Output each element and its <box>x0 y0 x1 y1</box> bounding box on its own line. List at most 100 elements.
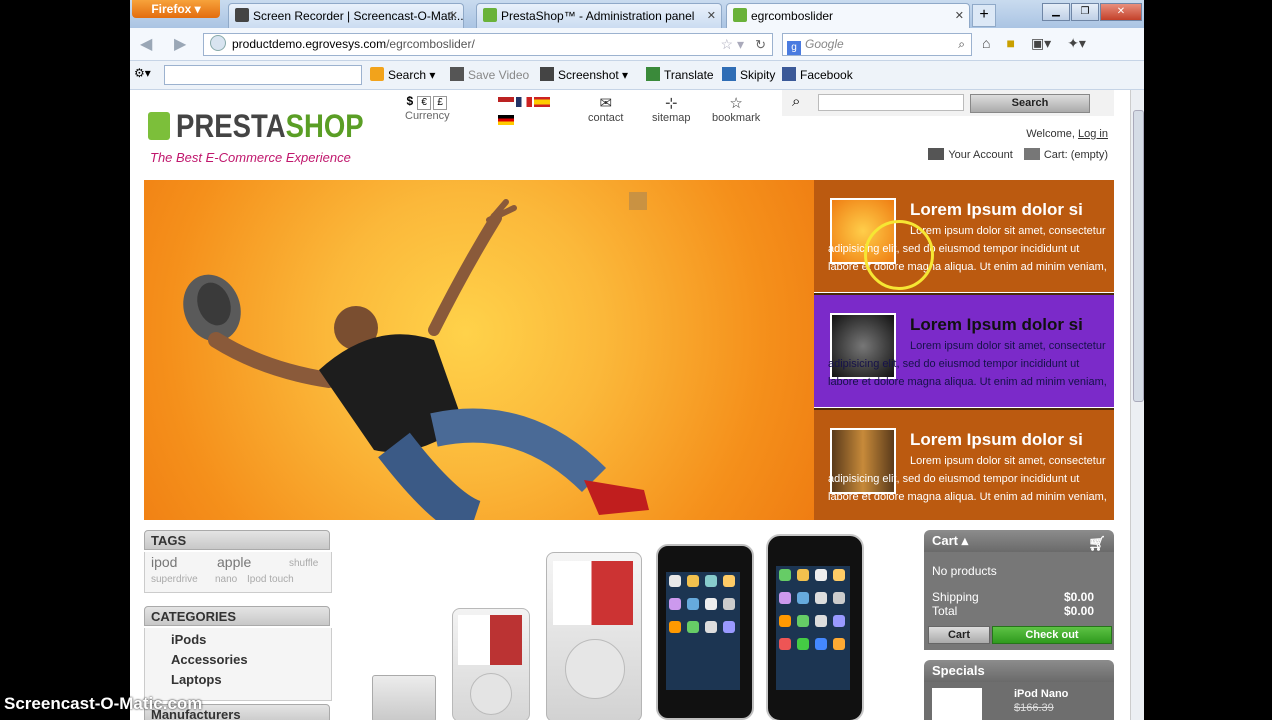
new-tab-button[interactable]: + <box>972 4 996 27</box>
touch-screen <box>666 572 740 690</box>
currency-selector[interactable]: $ € £ Currency <box>405 94 450 122</box>
close-window-icon[interactable]: ✕ <box>1100 3 1142 21</box>
window-controls: ▁ ❐ ✕ <box>1041 1 1142 21</box>
extensions-icon[interactable]: ▣▾ <box>1031 35 1051 51</box>
navigation-bar: ◀ ▶ productdemo.egrovesys.com/egrcombosl… <box>130 28 1144 61</box>
total-row: Total $0.00 <box>932 604 1094 618</box>
addon-toolbar: ⚙▾ Search ▾ Save Video Screenshot ▾ Tran… <box>130 61 1144 90</box>
screenshot-button[interactable]: Screenshot ▾ <box>540 67 628 82</box>
sync-icon[interactable]: ■ <box>1006 35 1014 51</box>
product-ipod-nano[interactable] <box>452 608 530 720</box>
star-icon: ☆ <box>729 95 743 112</box>
cart-block-header[interactable]: Cart ▴ 🛒︎ <box>924 530 1114 552</box>
site-identity-icon[interactable] <box>210 35 226 51</box>
tab-strip: Firefox ▾ Screen Recorder | Screencast-O… <box>130 0 1144 29</box>
search-icon <box>370 67 384 81</box>
firefox-menu-button[interactable]: Firefox ▾ <box>132 0 220 18</box>
currency-label: Currency <box>405 110 450 122</box>
cart-button[interactable]: Cart <box>928 626 990 644</box>
sitemap-link[interactable]: ⊹ sitemap <box>652 94 691 124</box>
vertical-scrollbar[interactable] <box>1130 90 1144 720</box>
flag-en-icon[interactable] <box>498 97 514 107</box>
tag-link[interactable]: Ipod touch <box>247 574 294 585</box>
flag-es-icon[interactable] <box>534 97 550 107</box>
tools-icon[interactable]: ✦▾ <box>1067 35 1086 51</box>
reload-icon[interactable]: ↻ <box>755 34 766 55</box>
forward-icon[interactable]: ▶ <box>174 34 186 54</box>
toolbar-search-button[interactable]: Search ▾ <box>370 67 435 82</box>
close-tab-icon[interactable]: ✕ <box>707 4 716 28</box>
your-account-link[interactable]: Your Account <box>948 149 1012 161</box>
special-product-image[interactable] <box>932 688 982 720</box>
home-icon[interactable]: ⌂ <box>982 35 990 51</box>
bookmark-link[interactable]: ☆ bookmark <box>712 94 760 124</box>
contact-link[interactable]: ✉ contact <box>588 94 623 124</box>
toolbar-search-input[interactable] <box>164 65 362 85</box>
tags-block: ipod apple shuffle superdrive nano Ipod … <box>144 552 332 593</box>
welcome-text: Welcome, Log in <box>1026 128 1108 140</box>
currency-euro[interactable]: € <box>417 96 432 110</box>
product-ipod-touch[interactable] <box>656 544 754 720</box>
save-video-button[interactable]: Save Video <box>450 67 529 82</box>
store-search: ⌕ Search <box>782 90 1114 116</box>
slider-thumb-1[interactable]: Lorem Ipsum dolor si Lorem ipsum dolor s… <box>814 180 1114 292</box>
login-link[interactable]: Log in <box>1078 128 1108 140</box>
sitemap-icon: ⊹ <box>664 95 678 112</box>
store-search-button[interactable]: Search <box>970 94 1090 113</box>
cart-empty-text: No products <box>932 564 997 578</box>
category-accessories[interactable]: Accessories <box>145 650 331 670</box>
search-engine-box[interactable]: g Google ⌕ <box>782 33 972 56</box>
product-ipod-shuffle[interactable] <box>372 675 436 720</box>
scrollbar-thumb[interactable] <box>1133 110 1144 402</box>
tab-egrcomboslider[interactable]: egrcomboslider ✕ <box>726 3 970 29</box>
translate-icon <box>646 67 660 81</box>
tag-link[interactable]: ipod <box>151 554 177 570</box>
skipity-icon <box>722 67 736 81</box>
tab-prestashop-admin[interactable]: PrestaShop™ - Administration panel ✕ <box>476 3 722 28</box>
categories-block-title: CATEGORIES <box>144 606 330 626</box>
cart-link[interactable]: Cart: (empty) <box>1044 149 1108 161</box>
product-iphone[interactable] <box>766 534 864 720</box>
tag-link[interactable]: superdrive <box>151 574 198 585</box>
cart-block: Cart ▴ 🛒︎ No products Shipping $0.00 Total… <box>924 530 1114 650</box>
hero-image[interactable] <box>144 180 814 520</box>
bookmark-star-icon[interactable]: ☆ ▾ <box>721 34 744 55</box>
maximize-icon[interactable]: ❐ <box>1071 3 1099 21</box>
url-bar[interactable]: productdemo.egrovesys.com/egrcomboslider… <box>203 33 773 56</box>
flag-fr-icon[interactable] <box>516 97 532 107</box>
minimize-icon[interactable]: ▁ <box>1042 3 1070 21</box>
prestashop-logo[interactable]: PRESTASHOP <box>176 108 364 145</box>
tag-link[interactable]: apple <box>217 554 251 570</box>
search-icon[interactable]: ⌕ <box>958 34 965 55</box>
back-icon[interactable]: ◀ <box>140 34 152 54</box>
close-tab-icon[interactable]: ✕ <box>955 4 964 28</box>
slider-thumb-2[interactable]: Lorem Ipsum dolor si Lorem ipsum dolor s… <box>814 295 1114 407</box>
tagline: The Best E-Commerce Experience <box>150 150 351 165</box>
category-laptops[interactable]: Laptops <box>145 670 331 690</box>
currency-dollar[interactable]: $ <box>406 94 413 108</box>
close-tab-icon[interactable]: ✕ <box>449 4 458 28</box>
currency-pound[interactable]: £ <box>433 96 448 110</box>
store-search-input[interactable] <box>818 94 964 111</box>
tab-screen-recorder[interactable]: Screen Recorder | Screencast-O-Mati... ✕ <box>228 3 464 28</box>
cart-block-body: No products Shipping $0.00 Total $0.00 Car… <box>924 552 1114 650</box>
flag-de-icon[interactable] <box>498 115 514 125</box>
translate-button[interactable]: Translate <box>646 67 714 82</box>
product-ipod-classic[interactable] <box>546 552 642 720</box>
page-content: PRESTASHOP The Best E-Commerce Experienc… <box>130 90 1130 720</box>
account-icon <box>928 148 945 160</box>
skipity-button[interactable]: Skipity <box>722 67 775 82</box>
dancer-illustration <box>183 199 649 520</box>
toolbar-menu-icon[interactable]: ⚙▾ <box>134 66 151 80</box>
combo-slider: Lorem Ipsum dolor si Lorem ipsum dolor s… <box>144 180 1114 520</box>
checkout-button[interactable]: Check out <box>992 626 1112 644</box>
category-ipods[interactable]: iPods <box>145 630 331 650</box>
special-product-name[interactable]: iPod Nano <box>1014 688 1068 700</box>
tag-link[interactable]: shuffle <box>289 558 318 569</box>
slider-pause-control[interactable] <box>629 192 647 210</box>
tag-link[interactable]: nano <box>215 574 237 585</box>
envelope-icon: ✉ <box>599 95 613 112</box>
slider-thumb-3[interactable]: Lorem Ipsum dolor si Lorem ipsum dolor s… <box>814 410 1114 520</box>
facebook-button[interactable]: Facebook <box>782 67 853 82</box>
google-icon[interactable]: g <box>787 41 801 55</box>
